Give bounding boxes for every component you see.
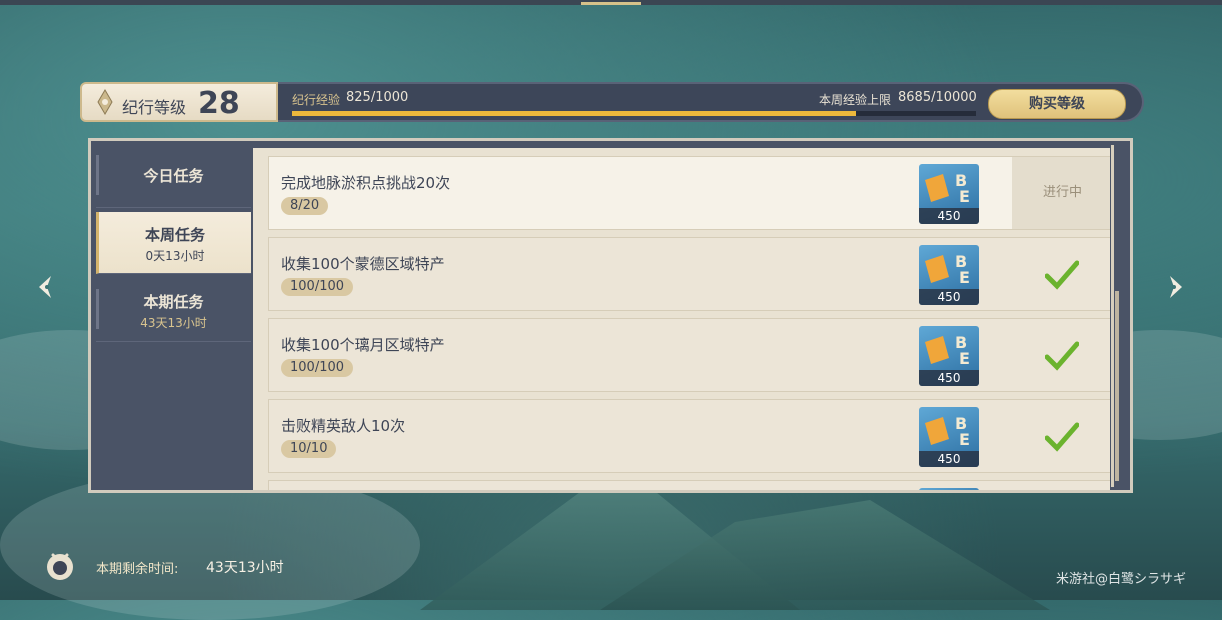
tab-daily-tasks[interactable]: 今日任务 [96, 145, 251, 208]
remaining-time-value: 43天13小时 [206, 560, 284, 576]
buy-level-button[interactable]: 购买等级 [988, 89, 1126, 119]
svg-text:E: E [959, 187, 970, 206]
exp-label: 纪行经验 [292, 93, 341, 107]
tab-notch [96, 155, 99, 195]
battle-pass-exp-icon: B E [925, 333, 970, 368]
task-progress: 100/100 [281, 359, 354, 377]
tab-season-tasks[interactable]: 本期任务 43天13小时 [96, 279, 251, 342]
task-title: 击败精英敌人10次 [281, 417, 406, 435]
svg-text:E: E [959, 268, 970, 287]
reward-item[interactable]: B E 450 [919, 245, 979, 305]
next-page-arrow-icon[interactable] [1160, 273, 1188, 301]
remaining-time-label: 本期剩余时间: [96, 562, 179, 577]
task-progress: 100/100 [281, 278, 354, 296]
tab-label: 本期任务 [143, 293, 204, 311]
tab-label: 本周任务 [144, 226, 205, 244]
task-list: 完成地脉淤积点挑战20次 8/20 B E 450 进行中 收集100个蒙德区域… [253, 148, 1110, 490]
season-timer-icon [47, 553, 73, 580]
task-row: 收集100个蒙德区域特产 100/100 B E 450 [268, 237, 1110, 311]
check-icon [1045, 341, 1079, 371]
weekly-cap-value: 8685/10000 [898, 90, 977, 105]
tab-weekly-tasks[interactable]: 本周任务 0天13小时 [96, 212, 251, 274]
task-sidebar: 今日任务 本周任务 0天13小时 本期任务 43天13小时 [96, 145, 251, 487]
level-label: 纪行等级 [122, 98, 187, 117]
task-progress: 10/10 [281, 440, 337, 458]
scrollbar-thumb[interactable] [1115, 291, 1119, 481]
task-row: 收集100个璃月区域特产 100/100 B E 450 [268, 318, 1110, 392]
task-title: 收集100个璃月区域特产 [281, 336, 445, 354]
exp-value: 825/1000 [346, 90, 409, 105]
weekly-cap-label: 本周经验上限 [819, 93, 892, 107]
scrollbar-track[interactable] [1111, 145, 1114, 487]
tab-sublabel: 0天13小时 [145, 249, 205, 263]
reward-count: 450 [919, 208, 979, 224]
watermark: 米游社@白鹭シラサギ [1056, 572, 1187, 587]
reward-count: 450 [919, 289, 979, 305]
reward-item[interactable]: B E 450 [919, 407, 979, 467]
top-edge-marker [581, 2, 641, 5]
battle-pass-exp-icon: B E [925, 414, 970, 449]
tab-notch [96, 289, 99, 329]
reward-item[interactable]: B E 450 [919, 326, 979, 386]
exp-bar: 纪行经验 825/1000 本周经验上限 8685/10000 购买等级 [278, 82, 1144, 122]
battle-pass-exp-icon: B E [925, 252, 970, 287]
battle-pass-exp-icon: B E [925, 171, 970, 206]
task-title: 完成地脉淤积点挑战20次 [281, 174, 451, 192]
level-emblem-icon [97, 89, 113, 115]
level-box: 纪行等级 28 [80, 82, 278, 122]
prev-page-arrow-icon[interactable] [33, 273, 61, 301]
exp-progress-fill [292, 111, 857, 116]
battle-pass-header: 纪行等级 28 纪行经验 825/1000 本周经验上限 8685/10000 … [80, 82, 1144, 122]
tab-sublabel: 43天13小时 [140, 316, 207, 330]
check-icon [1045, 422, 1079, 452]
reward-item[interactable] [919, 488, 979, 490]
reward-count: 450 [919, 370, 979, 386]
reward-item[interactable]: B E 450 [919, 164, 979, 224]
task-title: 收集100个蒙德区域特产 [281, 255, 445, 273]
tab-label: 今日任务 [143, 167, 204, 185]
exp-progress-track [292, 111, 976, 116]
level-value: 28 [198, 86, 240, 121]
check-icon [1045, 260, 1079, 290]
task-status: 进行中 [1012, 157, 1110, 229]
reward-count: 450 [919, 451, 979, 467]
svg-text:E: E [959, 430, 970, 449]
top-edge [0, 0, 1222, 5]
task-panel: 今日任务 本周任务 0天13小时 本期任务 43天13小时 完成地脉淤积点挑战2… [88, 138, 1133, 493]
task-row: 完成地脉淤积点挑战20次 8/20 B E 450 进行中 [268, 156, 1110, 230]
svg-text:E: E [959, 349, 970, 368]
task-row-partial [268, 480, 1110, 490]
task-row: 击败精英敌人10次 10/10 B E 450 [268, 399, 1110, 473]
task-progress: 8/20 [281, 197, 329, 215]
